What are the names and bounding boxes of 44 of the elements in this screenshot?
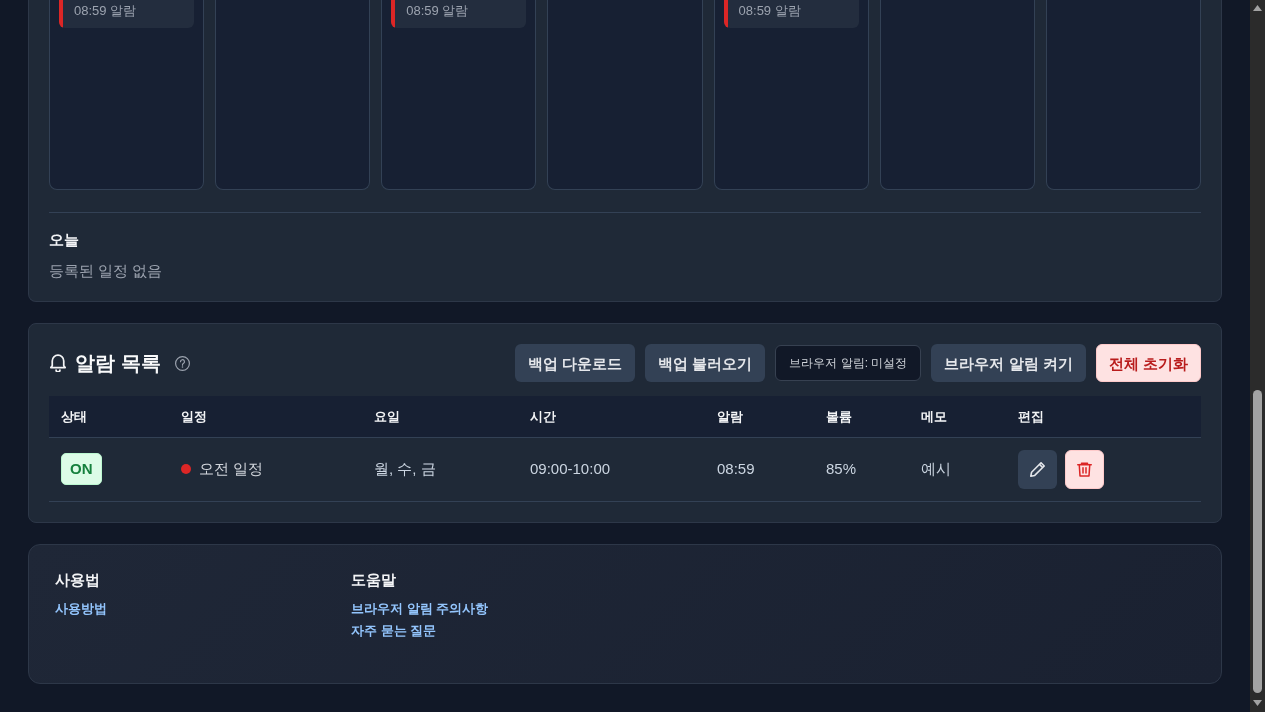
column-header: 알람	[705, 396, 814, 437]
action-button[interactable]: 백업 불러오기	[645, 344, 766, 382]
event-chip[interactable]: 08:59 알람	[723, 0, 859, 28]
scrollbar[interactable]	[1250, 0, 1265, 712]
table-cell: 85%	[814, 437, 909, 501]
table-cell: 09:00-10:00	[518, 437, 705, 501]
trash-icon	[1077, 461, 1092, 477]
section-heading: 오늘	[49, 230, 80, 250]
scrollbar-thumb[interactable]	[1253, 390, 1262, 693]
status-toggle[interactable]: ON	[61, 453, 102, 485]
column-header: 시간	[518, 396, 705, 437]
delete-button[interactable]	[1065, 449, 1104, 489]
reset-button[interactable]: 전체 초기화	[1095, 344, 1201, 382]
column-header: 메모	[909, 396, 1006, 437]
footer-link[interactable]: 브라우저 알림 주의사항	[351, 597, 489, 620]
footer-link[interactable]: 사용방법	[55, 597, 107, 620]
column-header: 상태	[49, 396, 169, 437]
column-header: 편집	[1006, 396, 1201, 437]
table-cell: 월, 수, 금	[362, 437, 518, 501]
empty-message: 등록된 일정 없음	[49, 261, 164, 281]
column-header: 일정	[169, 396, 362, 437]
notification-status: 브라우저 알림: 미설정	[775, 345, 922, 381]
footer-heading: 사용법	[55, 569, 100, 590]
column-header: 볼륨	[814, 396, 909, 437]
table-cell-text: 오전 일정	[199, 458, 264, 479]
event-chip[interactable]: 08:59 알람	[391, 0, 527, 28]
action-button[interactable]: 브라우저 알림 켜기	[931, 344, 1086, 382]
edit-button[interactable]	[1018, 449, 1057, 489]
bell-icon	[49, 354, 67, 372]
help-icon[interactable]	[174, 355, 190, 371]
table-cell: 예시	[909, 437, 1006, 501]
pencil-icon	[1030, 461, 1045, 477]
down-arrow-icon[interactable]	[1253, 700, 1262, 706]
footer-link[interactable]: 자주 묻는 질문	[351, 619, 437, 642]
column-header: 요일	[362, 396, 518, 437]
section-title: 알람 목록	[75, 351, 161, 376]
event-time: 08:59 알람	[737, 2, 801, 20]
table-cell: 08:59	[705, 437, 814, 501]
event-time: 08:59 알람	[405, 2, 469, 20]
event-time: 08:59 알람	[73, 2, 137, 20]
event-chip[interactable]: 08:59 알람	[59, 0, 195, 28]
up-arrow-icon[interactable]	[1253, 5, 1262, 11]
action-button[interactable]: 백업 다운로드	[515, 344, 636, 382]
footer-heading: 도움말	[351, 569, 396, 590]
